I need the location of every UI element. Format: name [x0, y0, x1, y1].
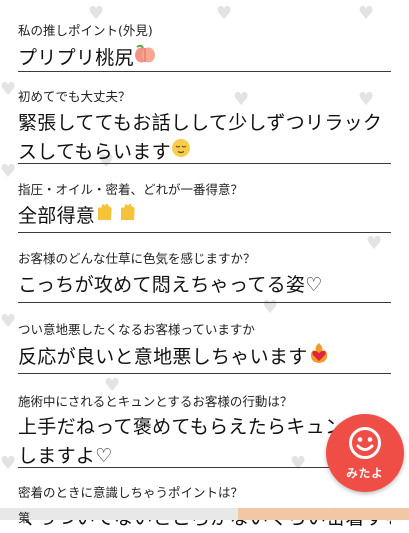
- qa-item: お客様のどんな仕草に色気を感じますか？ こっちが攻めて悶えちゃってる姿♡: [18, 233, 391, 303]
- heart-on-fire-icon: [308, 342, 330, 373]
- mitayo-label: みたよ: [346, 465, 384, 480]
- peach-icon: [134, 44, 156, 73]
- answer-text: プリプリ桃尻: [18, 47, 134, 69]
- qa-item: 初めてでも大丈夫？ 緊張しててもお話しして少しずつリラックスしてもらいます: [18, 72, 391, 164]
- question-text: 指圧・オイル・密着、どれが一番得意？: [18, 182, 244, 197]
- answer-text: こっちが攻めて悶えちゃってる姿♡: [18, 274, 323, 296]
- smiley-icon: [348, 426, 382, 464]
- cut-off-text: 第: [18, 511, 31, 525]
- qa-item: 指圧・オイル・密着、どれが一番得意？ 全部得意: [18, 164, 391, 233]
- question-text: 私の推しポイント(外見): [18, 23, 153, 38]
- qa-item: 私の推しポイント(外見) プリプリ桃尻: [18, 0, 391, 72]
- answer-text: 緊張しててもお話しして少しずつリラックスしてもらいます: [18, 112, 383, 163]
- question-text: 初めてでも大丈夫？: [18, 89, 131, 104]
- answer: 全部得意: [18, 202, 391, 231]
- answer-text: 全部得意: [18, 205, 96, 227]
- question-text: お客様のどんな仕草に色気を感じますか？: [18, 251, 256, 266]
- answer: 緊張しててもお話しして少しずつリラックスしてもらいます: [18, 109, 391, 167]
- bottom-bar: [0, 508, 409, 520]
- question-text: つい意地悪したくなるお客様っていますか: [18, 322, 255, 337]
- qa-item: つい意地悪したくなるお客様っていますか 反応が良いと意地悪しちゃいます: [18, 303, 391, 374]
- raised-hands-icon: [95, 202, 141, 231]
- bottom-bar-segment: [238, 508, 409, 520]
- mitayo-button[interactable]: みたよ: [326, 414, 404, 492]
- relieved-face-icon: [171, 138, 191, 167]
- question-text: 施術中にされるとキュンとするお客様の行動は？: [18, 394, 293, 409]
- answer-text: 反応が良いと意地悪しちゃいます: [18, 346, 308, 368]
- answer: 反応が良いと意地悪しちゃいます: [18, 342, 391, 373]
- answer: プリプリ桃尻: [18, 44, 391, 73]
